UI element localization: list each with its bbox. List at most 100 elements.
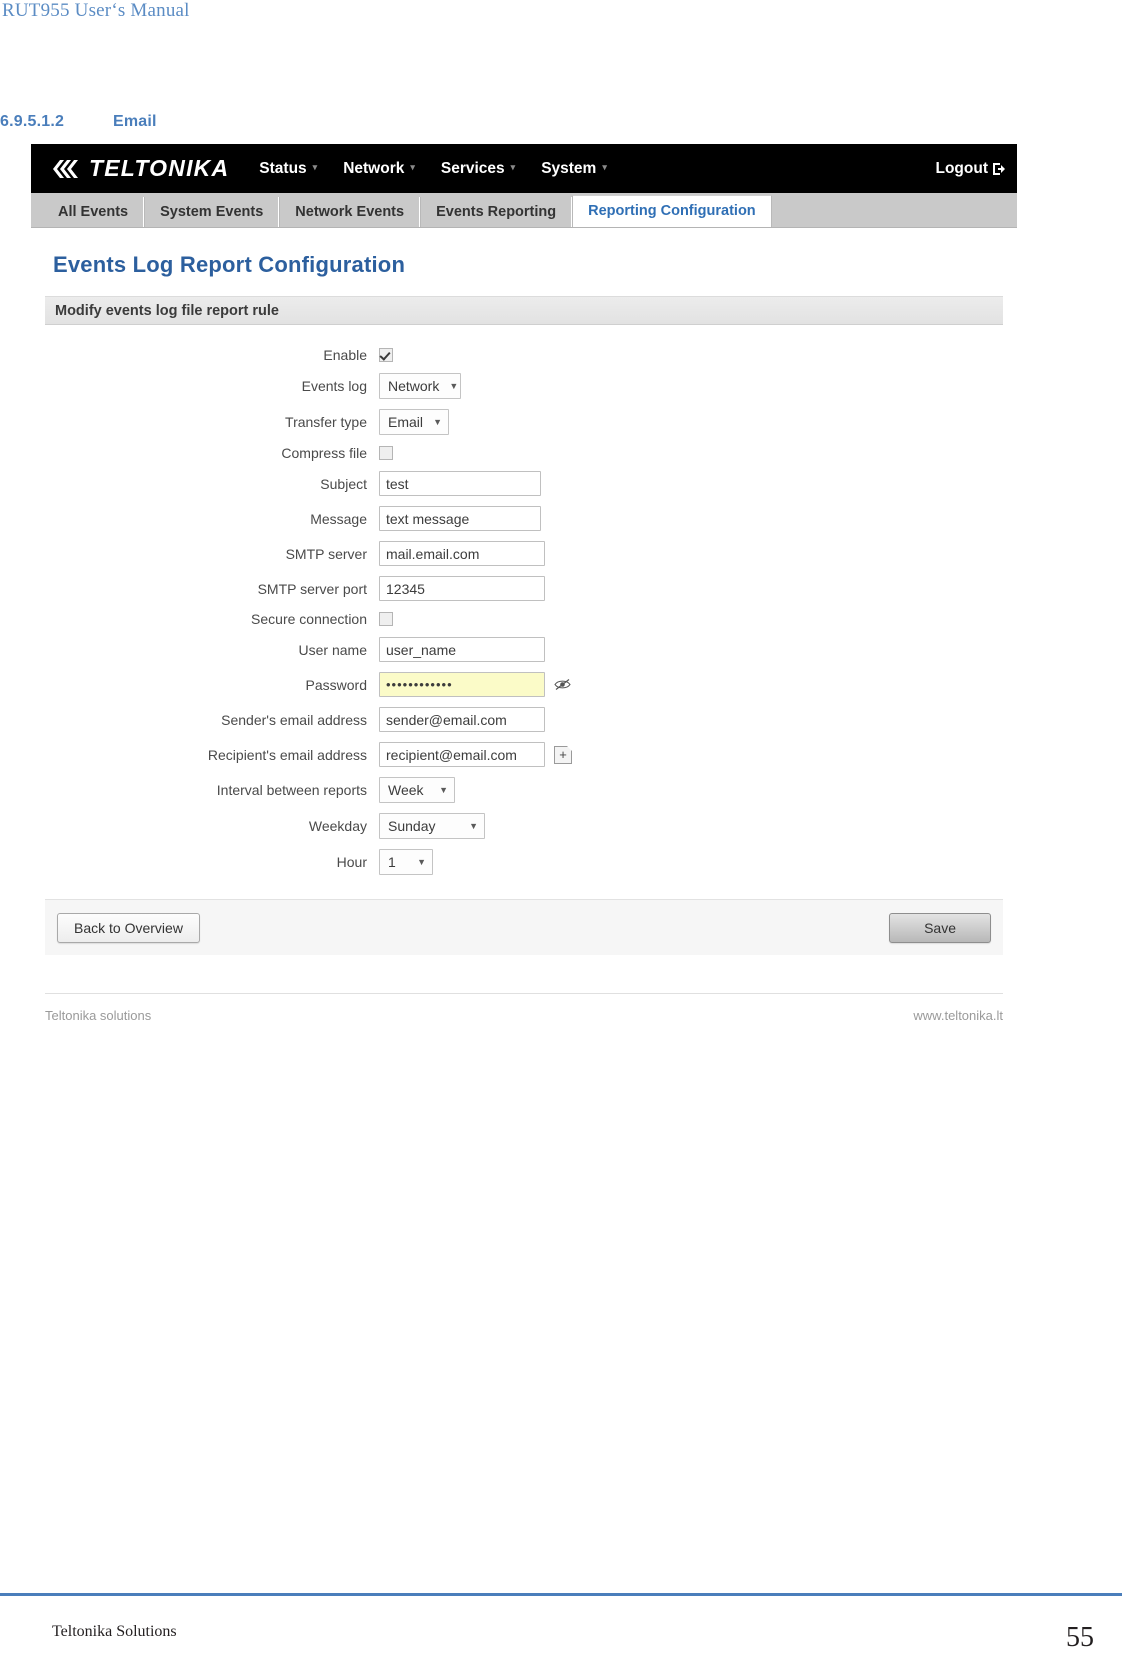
label-compress-file: Compress file bbox=[281, 445, 367, 461]
recipient-email-input[interactable] bbox=[379, 742, 545, 767]
logout-label: Logout bbox=[935, 159, 988, 177]
chevron-down-icon: ▾ bbox=[312, 161, 318, 172]
form-row-message: Message bbox=[31, 506, 1017, 531]
transfer-type-select[interactable]: Email ▼ bbox=[379, 409, 449, 435]
label-sender-email: Sender's email address bbox=[221, 711, 367, 728]
chevron-down-icon: ▼ bbox=[449, 381, 459, 391]
manual-header-title: RUT955 User‘s Manual bbox=[2, 0, 190, 21]
events-log-value: Network bbox=[388, 378, 440, 394]
logout-button[interactable]: Logout bbox=[935, 160, 1007, 178]
nav-item-services[interactable]: Services ▾ bbox=[441, 160, 515, 178]
save-button[interactable]: Save bbox=[889, 912, 991, 943]
enable-checkbox[interactable] bbox=[379, 348, 393, 362]
label-message: Message bbox=[310, 510, 367, 527]
tab-all-events[interactable]: All Events bbox=[43, 197, 145, 227]
chevron-down-icon: ▼ bbox=[417, 857, 426, 867]
interval-value: Week bbox=[388, 782, 424, 798]
panel-header: Modify events log file report rule bbox=[45, 296, 1003, 325]
report-rule-form: Enable Events log Network ▼ Transfer typ… bbox=[31, 325, 1017, 875]
smtp-server-port-input[interactable] bbox=[379, 576, 545, 601]
interval-select[interactable]: Week ▼ bbox=[379, 777, 455, 803]
form-row-weekday: Weekday Sunday ▼ bbox=[31, 813, 1017, 839]
chevron-down-icon: ▾ bbox=[602, 161, 607, 172]
label-events-log: Events log bbox=[301, 378, 367, 394]
back-to-overview-button[interactable]: Back to Overview bbox=[57, 912, 200, 943]
sender-email-input[interactable] bbox=[379, 707, 545, 732]
form-row-enable: Enable bbox=[31, 347, 1017, 363]
form-row-events-log: Events log Network ▼ bbox=[31, 373, 1017, 399]
label-password: Password bbox=[305, 676, 367, 693]
document-footer-company: Teltonika Solutions bbox=[52, 1623, 177, 1640]
label-user-name: User name bbox=[298, 641, 367, 658]
label-secure-connection: Secure connection bbox=[251, 611, 367, 627]
secure-connection-checkbox[interactable] bbox=[379, 612, 393, 626]
nav-item-status[interactable]: Status ▾ bbox=[259, 160, 317, 178]
label-smtp-server-port: SMTP server port bbox=[257, 580, 367, 597]
user-name-input[interactable] bbox=[379, 637, 545, 662]
chevron-down-icon: ▾ bbox=[410, 161, 415, 172]
webui-footer-left: Teltonika solutions bbox=[45, 1008, 152, 1023]
form-row-recipient-email: Recipient's email address + bbox=[31, 742, 1017, 767]
tab-network-events[interactable]: Network Events bbox=[279, 197, 421, 227]
form-row-hour: Hour 1 ▼ bbox=[31, 849, 1017, 875]
compress-file-checkbox[interactable] bbox=[379, 446, 393, 460]
events-log-select[interactable]: Network ▼ bbox=[379, 373, 461, 399]
chevron-down-icon: ▼ bbox=[439, 785, 448, 795]
tab-events-reporting[interactable]: Events Reporting bbox=[420, 197, 573, 227]
add-recipient-plus-icon[interactable]: + bbox=[554, 745, 572, 764]
nav-item-network[interactable]: Network ▾ bbox=[343, 160, 415, 178]
section-title: Email bbox=[113, 113, 157, 130]
nav-item-status-label: Status bbox=[259, 159, 307, 177]
label-interval: Interval between reports bbox=[216, 782, 367, 798]
label-enable: Enable bbox=[323, 347, 367, 363]
label-transfer-type: Transfer type bbox=[285, 414, 367, 430]
section-heading: 6.9.5.1.2 Email bbox=[0, 113, 157, 131]
webui-footer-right: www.teltonika.lt bbox=[913, 1008, 1003, 1023]
brand-name: TELTONIKA bbox=[89, 155, 230, 181]
chevron-down-icon: ▼ bbox=[469, 821, 478, 831]
brand-logo: TELTONIKA bbox=[53, 155, 229, 182]
teltonika-chevrons-icon bbox=[53, 157, 87, 181]
nav-item-services-label: Services bbox=[440, 159, 505, 177]
action-bar: Back to Overview Save bbox=[45, 899, 1003, 955]
form-row-interval: Interval between reports Week ▼ bbox=[31, 777, 1017, 803]
chevron-down-icon: ▾ bbox=[510, 161, 516, 172]
form-row-password: Password bbox=[31, 672, 1017, 697]
logout-icon bbox=[991, 161, 1007, 177]
weekday-select[interactable]: Sunday ▼ bbox=[379, 813, 485, 839]
form-row-secure-connection: Secure connection bbox=[31, 611, 1017, 627]
hour-select[interactable]: 1 ▼ bbox=[379, 849, 433, 875]
label-subject: Subject bbox=[320, 475, 367, 492]
nav-item-system[interactable]: System ▾ bbox=[541, 160, 607, 178]
subject-input[interactable] bbox=[379, 471, 541, 496]
weekday-value: Sunday bbox=[388, 818, 436, 834]
chevron-down-icon: ▼ bbox=[433, 417, 442, 427]
password-input[interactable] bbox=[379, 672, 545, 697]
transfer-type-value: Email bbox=[388, 414, 424, 430]
tab-system-events[interactable]: System Events bbox=[144, 197, 280, 227]
hour-value: 1 bbox=[388, 854, 396, 870]
form-row-subject: Subject bbox=[31, 471, 1017, 496]
tab-strip: All Events System Events Network Events … bbox=[31, 193, 1017, 228]
nav-item-system-label: System bbox=[541, 159, 597, 177]
label-smtp-server: SMTP server bbox=[285, 545, 367, 562]
router-webui-screenshot: TELTONIKA Status ▾ Network ▾ Services ▾ Sys… bbox=[31, 144, 1017, 1286]
page-body: Events Log Report Configuration Modify e… bbox=[31, 228, 1017, 1023]
tab-reporting-configuration[interactable]: Reporting Configuration bbox=[572, 195, 772, 227]
form-row-smtp-server-port: SMTP server port bbox=[31, 576, 1017, 601]
footer-divider bbox=[0, 1593, 1122, 1596]
nav-links: Status ▾ Network ▾ Services ▾ System ▾ bbox=[259, 160, 633, 178]
page-title: Events Log Report Configuration bbox=[53, 252, 406, 277]
form-row-sender-email: Sender's email address bbox=[31, 707, 1017, 732]
webui-footer: Teltonika solutions www.teltonika.lt bbox=[45, 993, 1003, 1023]
top-navbar: TELTONIKA Status ▾ Network ▾ Services ▾ Sys… bbox=[31, 144, 1017, 193]
smtp-server-input[interactable] bbox=[379, 541, 545, 566]
form-row-transfer-type: Transfer type Email ▼ bbox=[31, 409, 1017, 435]
message-input[interactable] bbox=[379, 506, 541, 531]
document-page-number: 55 bbox=[1066, 1622, 1094, 1653]
section-number: 6.9.5.1.2 bbox=[0, 113, 65, 130]
form-row-user-name: User name bbox=[31, 637, 1017, 662]
show-password-eye-icon[interactable] bbox=[554, 678, 571, 691]
label-weekday: Weekday bbox=[308, 818, 367, 834]
form-row-smtp-server: SMTP server bbox=[31, 541, 1017, 566]
